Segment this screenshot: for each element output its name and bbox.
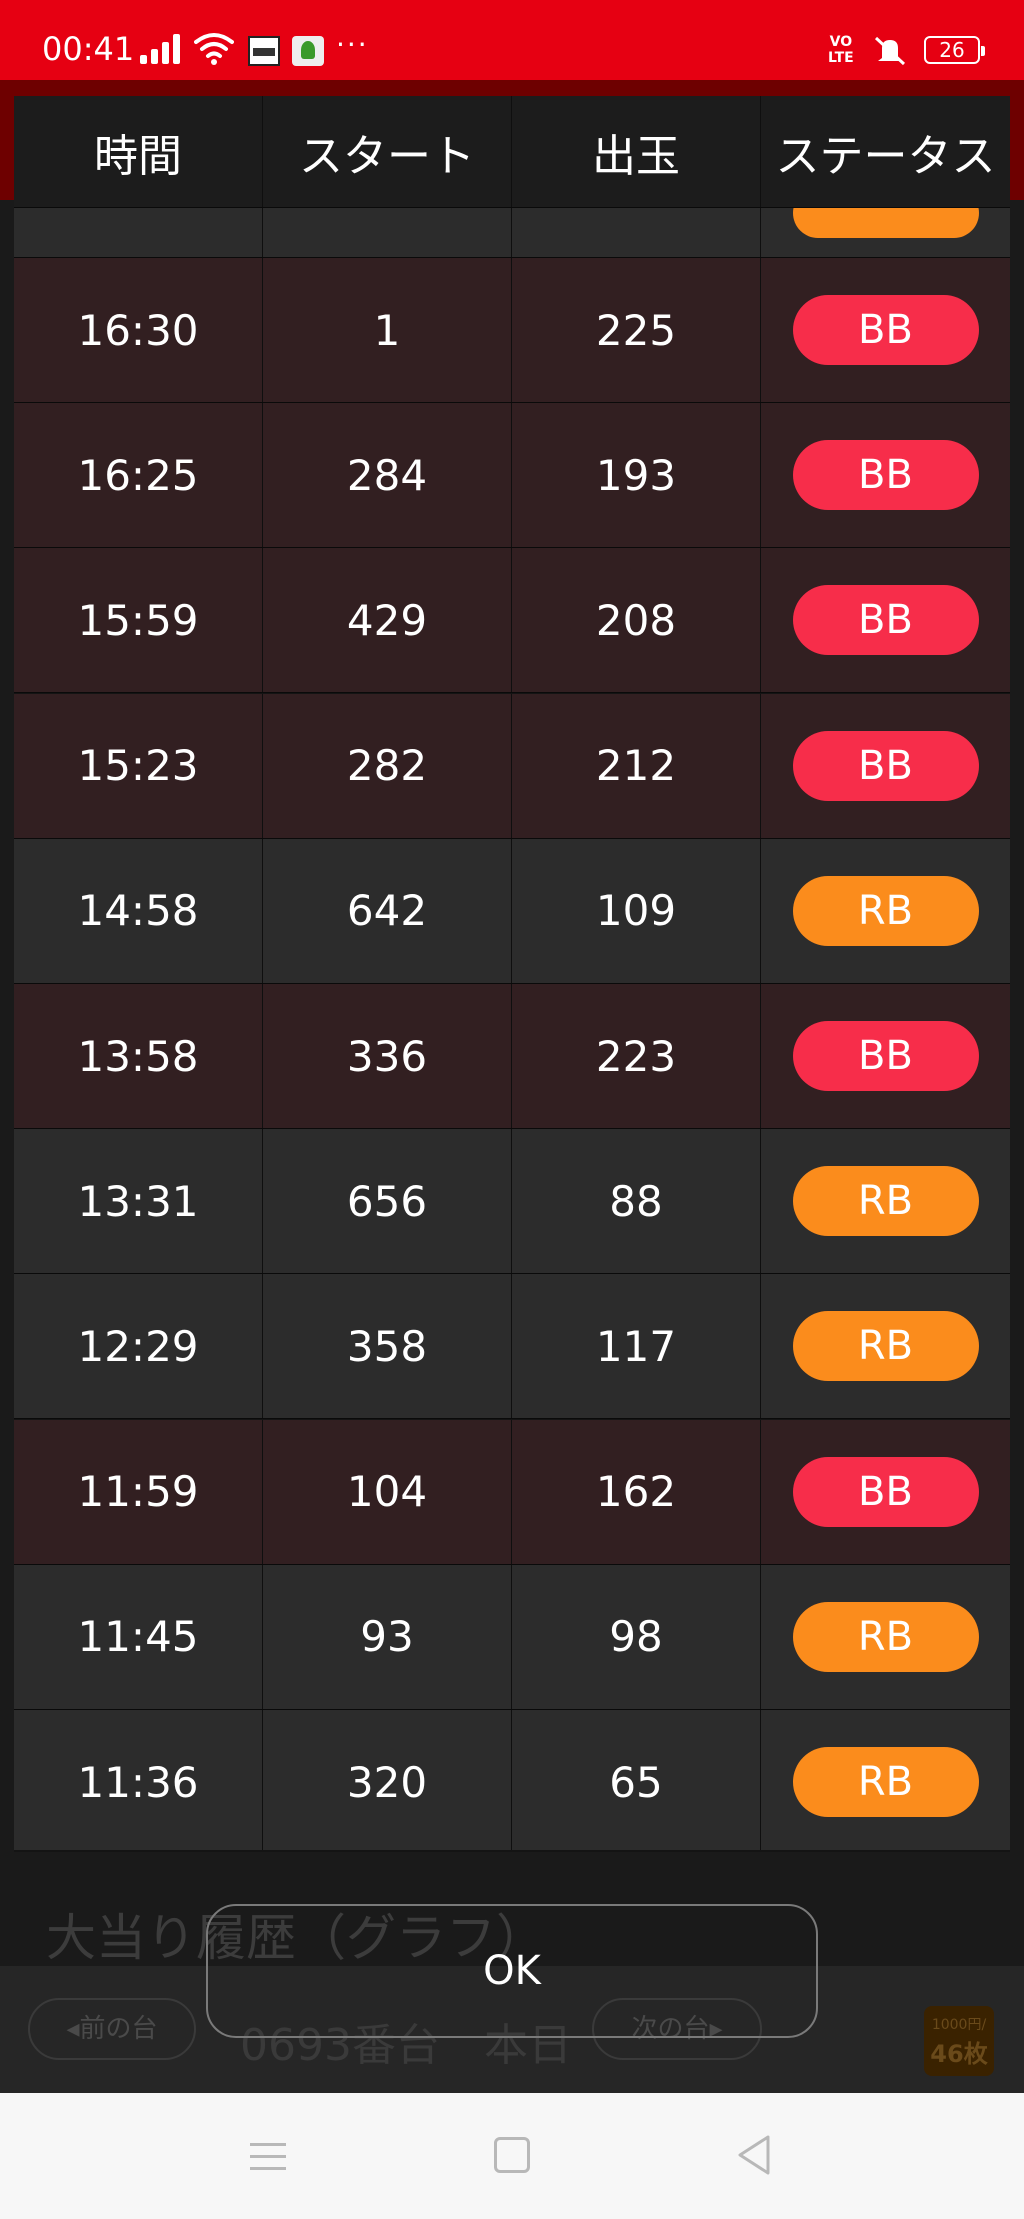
header-time: 時間 (14, 96, 263, 207)
table-row: 13:58 336 223 BB (14, 984, 1010, 1129)
table-row: 16:30 1 225 BB (14, 258, 1010, 403)
cell-status: BB (761, 984, 1010, 1128)
status-badge: BB (792, 585, 979, 656)
header-status: ステータス (775, 130, 996, 182)
cell-time: 13:31 (14, 1129, 263, 1274)
cell-status: RB (761, 1129, 1010, 1273)
table-row: 11:59 104 162 BB (14, 1419, 1010, 1565)
cell-status: BB (761, 1420, 1010, 1564)
cell-payout: 117 (512, 1274, 761, 1419)
status-badge: BB (792, 295, 979, 365)
cell-time: 13:58 (14, 984, 263, 1128)
cell-start: 320 (263, 1710, 512, 1850)
cell-start: 1 (263, 258, 512, 402)
cell-status: BB (761, 258, 1010, 402)
status-bar: 00:41 ··· VO LTE 26 (0, 0, 1024, 80)
table-row: 11:45 93 98 RB (14, 1564, 1010, 1710)
more-notifications-icon: ··· (336, 28, 369, 61)
table-row: 16:25 284 193 BB (14, 403, 1010, 549)
cell-start: 656 (263, 1129, 512, 1274)
cell-time: 11:59 (14, 1419, 263, 1564)
back-icon[interactable] (734, 2133, 774, 2177)
cell-payout: 208 (512, 548, 761, 693)
cell-payout: 212 (512, 693, 761, 838)
rate-badge: 1000円/ 46枚 (924, 2006, 994, 2076)
table-row: 13:31 656 88 RB (14, 1129, 1010, 1275)
cell-payout: 65 (512, 1710, 761, 1850)
cell-payout: 162 (512, 1419, 761, 1564)
header-start: スタート (263, 96, 512, 207)
cell-payout: 193 (512, 403, 761, 548)
cell-payout: 225 (512, 258, 761, 402)
volte-icon: VO LTE (828, 34, 854, 66)
table-row: 15:23 282 212 BB (14, 693, 1010, 839)
cell-time: 15:23 (14, 693, 263, 838)
cell-start: 93 (263, 1564, 512, 1709)
cell-time: 11:36 (14, 1710, 263, 1850)
cell-payout: 88 (512, 1129, 761, 1274)
cell-status: BB (761, 403, 1010, 547)
status-badge: RB (792, 1601, 979, 1672)
app-notification-icon (248, 36, 280, 66)
wifi-icon (194, 33, 234, 65)
chevron-left-icon: ◂ (66, 2014, 80, 2044)
cell-status: RB (761, 1565, 1010, 1709)
cell-time: 16:30 (14, 258, 263, 402)
status-badge: RB (792, 1311, 979, 1382)
signal-icon (140, 34, 184, 64)
cell-time: 12:29 (14, 1274, 263, 1419)
cell-start: 642 (263, 838, 512, 983)
cell-time: 14:58 (14, 838, 263, 983)
cell-time: 11:45 (14, 1564, 263, 1709)
header-payout: 出玉 (512, 96, 761, 207)
table-row: 12:29 358 117 RB (14, 1274, 1010, 1420)
cell-start: 358 (263, 1274, 512, 1419)
status-time: 00:41 (42, 30, 135, 68)
history-dialog: 時間 スタート 出玉 ステータス 16:30 1 225 BB 16:25 284 193 B… (14, 96, 1010, 1852)
status-badge: RB (792, 875, 979, 946)
cell-payout: 109 (512, 838, 761, 983)
cell-start: 282 (263, 693, 512, 838)
table-row-partial (14, 187, 1010, 258)
cell-time: 15:59 (14, 548, 263, 693)
table-row: 14:58 642 109 RB (14, 838, 1010, 984)
cell-time: 16:25 (14, 403, 263, 548)
cell-status: RB (761, 839, 1010, 983)
status-badge: RB (792, 1747, 979, 1817)
status-badge: RB (792, 1166, 979, 1237)
cell-start: 104 (263, 1419, 512, 1564)
cell-status: RB (761, 1710, 1010, 1850)
cell-status: BB (761, 548, 1010, 692)
menu-icon[interactable] (250, 2139, 286, 2173)
cell-start: 284 (263, 403, 512, 548)
table-header: 時間 スタート 出玉 ステータス (14, 96, 1010, 208)
cell-status: BB (761, 694, 1010, 838)
mute-icon (874, 36, 906, 66)
cell-status: RB (761, 1274, 1010, 1418)
history-table[interactable]: 時間 スタート 出玉 ステータス 16:30 1 225 BB 16:25 284 193 B… (14, 96, 1010, 1850)
cell-payout: 98 (512, 1564, 761, 1709)
cell-start: 429 (263, 548, 512, 693)
prev-machine-button: ◂前の台 (28, 1998, 196, 2060)
home-icon[interactable] (494, 2137, 530, 2173)
ok-button[interactable]: OK (206, 1904, 818, 2038)
battery-icon: 26 (924, 36, 985, 64)
cell-payout: 223 (512, 984, 761, 1128)
navigation-bar (0, 2093, 1024, 2219)
status-badge: BB (792, 730, 979, 801)
cell-start: 336 (263, 984, 512, 1128)
app-notification-icon (292, 36, 324, 66)
status-badge: BB (792, 1021, 979, 1091)
status-badge: BB (792, 1456, 979, 1527)
table-row: 11:36 320 65 RB (14, 1710, 1010, 1850)
table-row: 15:59 429 208 BB (14, 548, 1010, 694)
status-badge: BB (792, 440, 979, 511)
